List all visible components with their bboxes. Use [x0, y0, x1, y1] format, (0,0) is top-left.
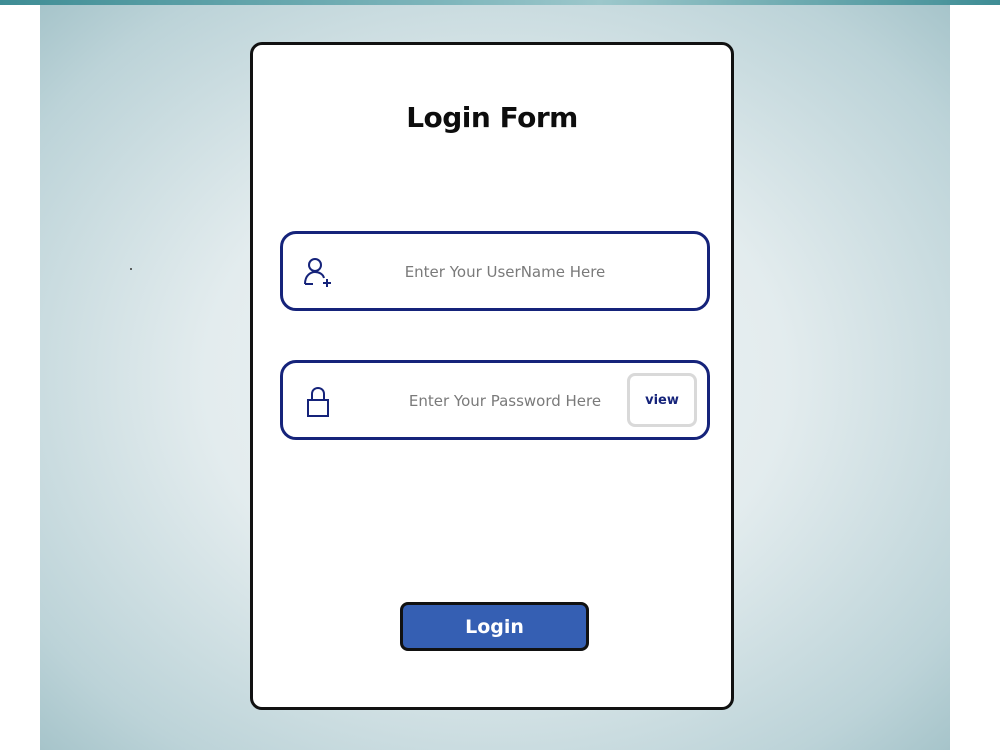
password-input[interactable]: [358, 377, 652, 425]
username-field[interactable]: [280, 231, 710, 311]
background-dot: [130, 268, 132, 270]
password-field[interactable]: view: [280, 360, 710, 440]
user-add-icon: [303, 256, 333, 290]
login-card: Login Form view Login: [250, 42, 734, 710]
lock-icon: [303, 385, 333, 419]
form-title: Login Form: [406, 101, 578, 134]
username-input[interactable]: [353, 248, 657, 296]
login-button[interactable]: Login: [400, 602, 589, 651]
view-password-button[interactable]: view: [627, 373, 697, 427]
